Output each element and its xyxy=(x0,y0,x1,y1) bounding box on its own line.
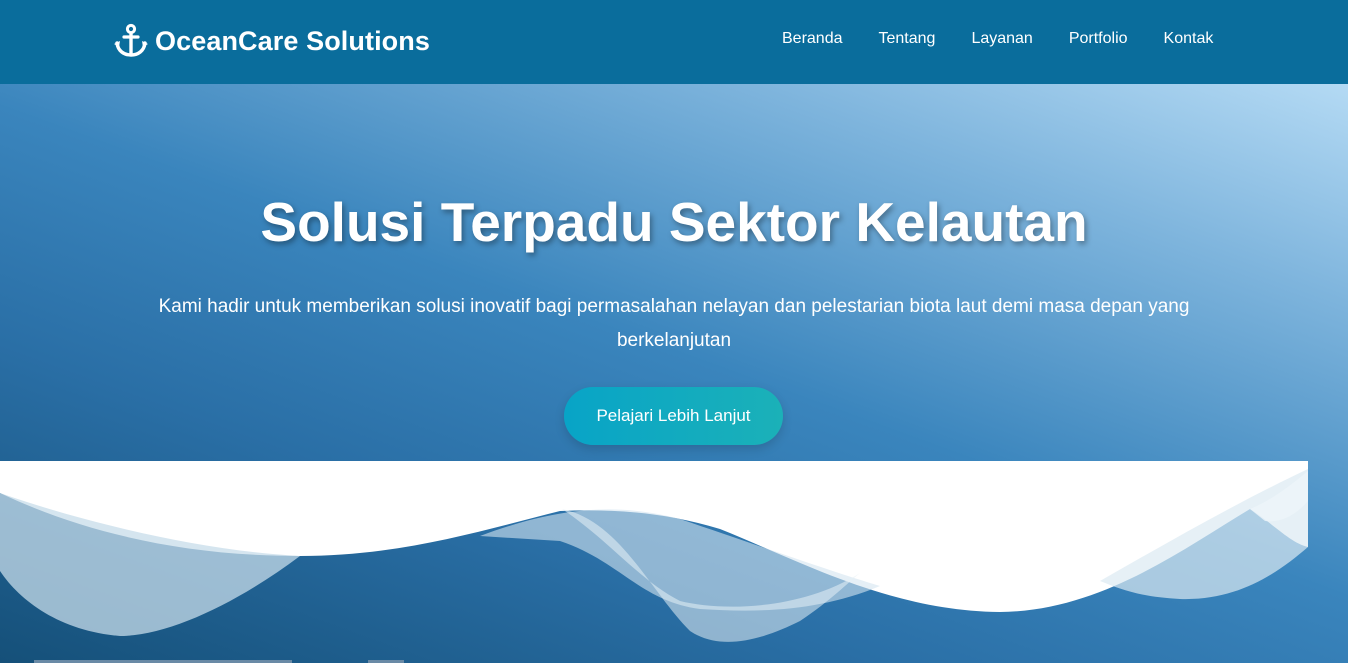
hero-subtitle: Kami hadir untuk memberikan solusi inova… xyxy=(158,296,1190,351)
brand-name: OceanCare Solutions xyxy=(155,25,430,56)
nav-item-beranda[interactable]: Beranda xyxy=(782,30,843,48)
nav-menu: Beranda Tentang Layanan Portfolio Kontak xyxy=(782,30,1213,48)
anchor-icon xyxy=(113,23,149,59)
page: Solusi Terpadu Sektor Kelautan Kami hadi… xyxy=(0,0,1348,663)
nav-item-portfolio[interactable]: Portfolio xyxy=(1069,30,1128,48)
navbar: OceanCare Solutions Beranda Tentang Laya… xyxy=(0,0,1348,84)
nav-item-tentang[interactable]: Tentang xyxy=(879,30,936,48)
nav-item-layanan[interactable]: Layanan xyxy=(971,30,1032,48)
learn-more-button[interactable]: Pelajari Lebih Lanjut xyxy=(564,387,783,445)
wave-decoration xyxy=(0,461,1308,642)
nav-item-kontak[interactable]: Kontak xyxy=(1164,30,1214,48)
hero-title: Solusi Terpadu Sektor Kelautan xyxy=(260,191,1088,253)
brand-logo[interactable]: OceanCare Solutions xyxy=(113,22,430,60)
